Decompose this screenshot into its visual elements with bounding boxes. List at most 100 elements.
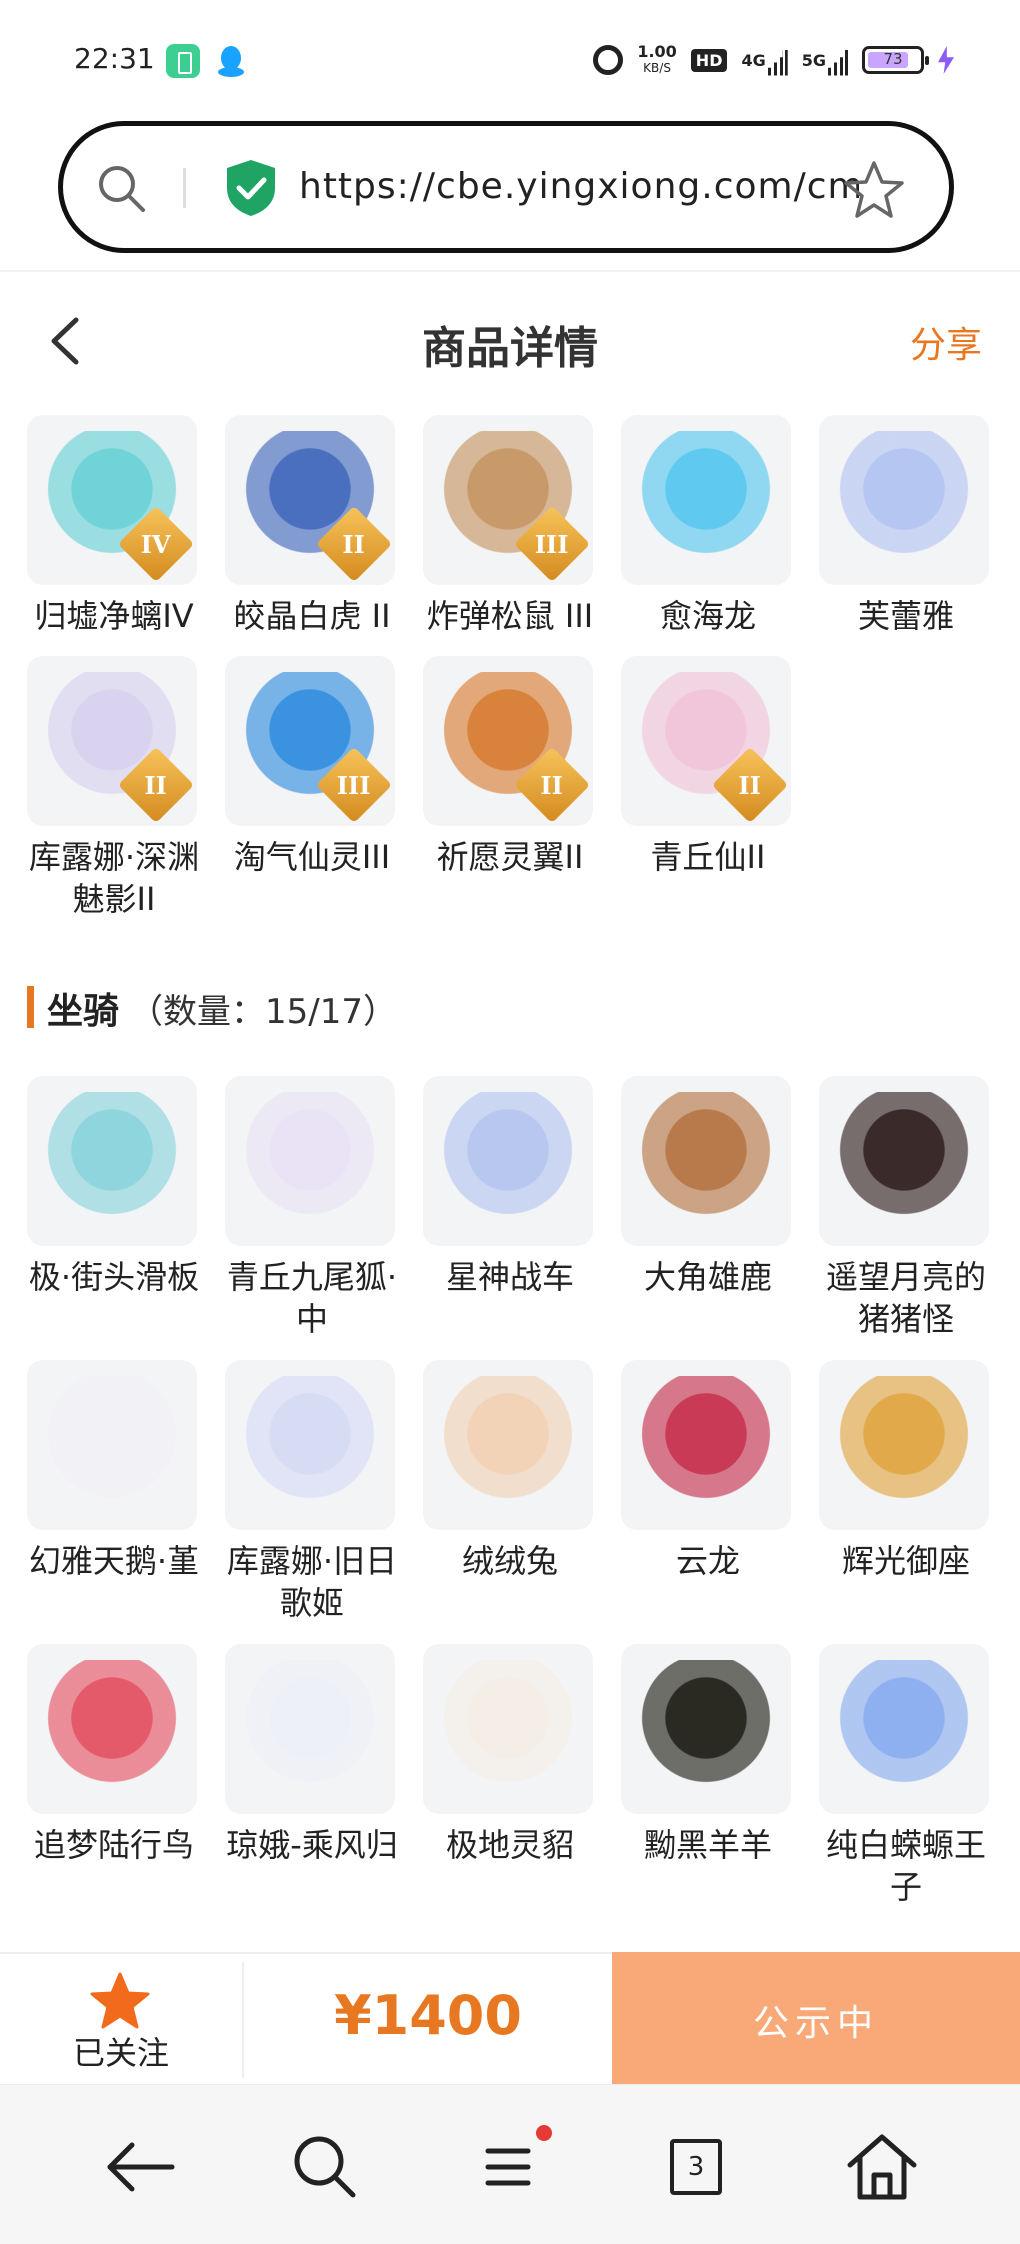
signal-4g-icon: 4G [741,49,788,76]
url-text[interactable]: https://cbe.yingxiong.com/cm/··· [299,166,859,207]
browser-nav-bar: 3 [0,2084,1020,2244]
tile-name: 琼娥-乘风归 [226,1826,398,1864]
tile-artwork [439,1092,577,1230]
title-bar: 商品详情 分享 [0,290,1020,390]
alarm-icon [593,45,624,75]
black-sheep-icon [621,1644,791,1814]
status-label: 公示中 [752,2003,879,2044]
pet-tile[interactable]: II 库露娜·深渊魅影II [27,656,201,920]
follow-label: 已关注 [72,2034,169,2072]
dream-bird-icon [27,1644,197,1814]
moon-pig-icon [819,1076,989,1246]
kuluna-singer-icon [225,1360,395,1530]
home-icon[interactable] [842,2127,922,2207]
share-button[interactable]: 分享 [910,316,982,368]
pet-tile[interactable]: II 皎晶白虎 II [225,415,399,637]
tile-artwork [439,1660,577,1798]
pet-tile[interactable]: II 青丘仙II [621,656,795,878]
pet-tile[interactable]: IV 归墟净螭IV [27,415,201,637]
section-marker [27,986,34,1028]
cyan-dragon-icon: IV [27,415,197,585]
speed-unit: KB/S [643,61,671,75]
tile-artwork [637,1660,775,1798]
tile-name: 黝黑羊羊 [643,1826,772,1864]
mount-tile[interactable]: 绒绒兔 [423,1360,597,1582]
axolotl-prince-icon [819,1644,989,1814]
mount-tile[interactable]: 极地灵貂 [423,1644,597,1866]
mount-tile[interactable]: 大角雄鹿 [621,1076,795,1298]
qiong-e-icon [225,1644,395,1814]
pet-tile[interactable]: II 祈愿灵翼II [423,656,597,878]
tile-artwork [43,1660,181,1798]
follow-button[interactable]: 已关注 [0,1954,242,2084]
price: ¥1400 [334,1984,522,2047]
tier-label: II [540,770,563,800]
sea-dragon-icon [621,415,791,585]
mount-tile[interactable]: 遥望月亮的猪猪怪 [819,1076,993,1340]
tier-label: IV [140,529,171,559]
skateboard-icon [27,1076,197,1246]
tile-name: 炸弹松鼠 III [426,597,594,635]
tile-name: 大角雄鹿 [643,1258,772,1296]
section-title: 坐骑 [47,991,120,1032]
mount-tile[interactable]: 青丘九尾狐·中 [225,1076,399,1340]
tile-artwork [241,1092,379,1230]
tile-name: 星神战车 [445,1258,574,1296]
mount-tile[interactable]: 星神战车 [423,1076,597,1298]
tile-artwork [637,431,775,569]
back-arrow-icon[interactable] [100,2127,180,2207]
tier-label: II [342,529,365,559]
search-icon[interactable] [95,162,147,214]
kuluna-doll-icon: II [27,656,197,826]
mount-tile[interactable]: 极·街头滑板 [27,1076,201,1298]
url-divider [183,168,186,208]
hd-icon: HD [690,48,728,72]
tile-name: 极地灵貂 [445,1826,574,1864]
publicity-status-button[interactable]: 公示中 [612,1952,1020,2086]
mount-tile[interactable]: 云龙 [621,1360,795,1582]
tile-name: 遥望月亮的猪猪怪 [825,1258,986,1338]
bookmark-star-icon[interactable] [843,160,905,220]
status-time: 22:31 [74,42,155,75]
tile-artwork [241,1660,379,1798]
status-bar: 22:31 1.00 KB/S HD 4G 5G 73 [0,0,1020,112]
mount-tile[interactable]: 辉光御座 [819,1360,993,1582]
swan-icon [27,1360,197,1530]
secure-shield-icon [227,160,275,216]
network-speed: 1.00 KB/S [637,44,676,76]
tile-name: 芙蕾雅 [857,597,954,635]
search-icon[interactable] [285,2127,365,2207]
charging-icon [938,46,954,74]
tile-name: 追梦陆行鸟 [33,1826,194,1864]
tile-name: 云龙 [675,1542,740,1580]
tile-artwork [439,1376,577,1514]
tile-name: 青丘九尾狐·中 [226,1258,398,1338]
battery-level: 73 [883,50,903,68]
mount-tile[interactable]: 追梦陆行鸟 [27,1644,201,1866]
mount-tile[interactable]: 纯白蝾螈王子 [819,1644,993,1908]
stag-icon [621,1076,791,1246]
pet-tile[interactable]: 愈海龙 [621,415,795,637]
star-filled-icon [90,1972,150,2029]
tabs-button[interactable]: 3 [656,2127,736,2207]
mount-tile[interactable]: 黝黑羊羊 [621,1644,795,1866]
address-bar[interactable]: https://cbe.yingxiong.com/cm/··· [58,121,954,253]
notification-dot [536,2125,552,2141]
tabs-count: 3 [670,2139,722,2195]
mount-tile[interactable]: 库露娜·旧日歌姬 [225,1360,399,1624]
mount-tile[interactable]: 幻雅天鹅·堇 [27,1360,201,1582]
polar-mink-icon [423,1644,593,1814]
star-chariot-icon [423,1076,593,1246]
tier-label: II [144,770,167,800]
mount-tile[interactable]: 琼娥-乘风归 [225,1644,399,1866]
fluffy-rabbit-icon [423,1360,593,1530]
tier-label: III [534,529,569,559]
cloud-dragon-icon [621,1360,791,1530]
glow-throne-icon [819,1360,989,1530]
pet-tile[interactable]: 芙蕾雅 [819,415,993,637]
pet-tile[interactable]: III 淘气仙灵III [225,656,399,878]
tile-name: 皎晶白虎 II [233,597,391,635]
screen: { "status_bar": { "time": "22:31", "spee… [0,0,1020,2244]
tile-name: 库露娜·旧日歌姬 [226,1542,398,1622]
pet-tile[interactable]: III 炸弹松鼠 III [423,415,597,637]
